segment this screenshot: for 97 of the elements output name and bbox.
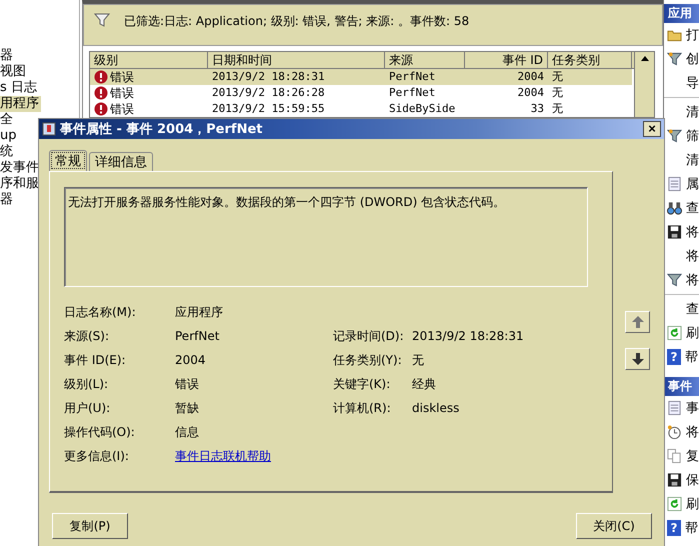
field-value: 错误 — [175, 376, 200, 392]
description-box: 无法打开服务器服务性能对象。数据段的第一个四字节 (DWORD) 包含状态代码。 — [64, 187, 588, 287]
field-label: 关键字(K): — [333, 376, 392, 392]
action-link[interactable]: 将 — [686, 223, 699, 241]
document-icon — [667, 176, 682, 192]
tree-item[interactable]: 发事件 — [0, 160, 41, 176]
down-arrow-icon — [630, 352, 644, 366]
action-link[interactable]: 帮 — [685, 519, 698, 537]
field-value: 2013/9/2 18:28:31 — [412, 329, 525, 343]
action-link[interactable]: 刷 — [686, 495, 699, 513]
field-value: diskless — [412, 401, 460, 415]
tree-item[interactable]: 器 — [0, 192, 15, 208]
section-header: 事件 — [664, 377, 699, 396]
tab[interactable]: 常规 — [49, 150, 87, 171]
refresh-icon — [667, 325, 682, 341]
field-value: 信息 — [175, 424, 200, 440]
document-icon — [667, 400, 682, 416]
table-cell[interactable]: 错误 — [90, 69, 208, 85]
error-icon — [94, 86, 108, 100]
scrollbar[interactable] — [634, 52, 654, 117]
field-label: 更多信息(I): — [64, 448, 130, 464]
field-label: 用户(U): — [64, 400, 112, 416]
table-cell: PerfNet — [385, 69, 465, 85]
action-link[interactable]: 帮 — [685, 348, 698, 366]
field-value: 应用程序 — [175, 304, 224, 320]
column-header[interactable]: 任务类别 — [548, 52, 632, 68]
column-header[interactable]: 日期和时间 — [208, 52, 385, 68]
field-label: 事件 ID(E): — [64, 352, 127, 368]
filter-icon — [667, 51, 682, 67]
window-title: 事件属性 - 事件 2004，PerfNet — [60, 121, 264, 138]
filter-summary: 已筛选:日志: Application; 级别: 错误, 警告; 来源: 。事件数: 58 — [124, 13, 470, 30]
level-text: 错误 — [110, 85, 134, 101]
action-link[interactable]: 将 — [686, 271, 699, 289]
action-link[interactable]: 筛 — [686, 127, 699, 145]
field-label: 计算机(R): — [333, 400, 392, 416]
action-link[interactable]: 导 — [686, 74, 699, 92]
tree-item[interactable]: up — [0, 128, 18, 144]
clock-icon — [667, 424, 682, 440]
action-link[interactable]: 查 — [686, 300, 699, 318]
filter-icon — [667, 128, 682, 144]
action-link[interactable]: 将 — [686, 423, 699, 441]
field-label: 任务类别(Y): — [333, 352, 403, 368]
action-link[interactable]: 复 — [686, 447, 699, 465]
section-header: 应用 — [664, 4, 699, 23]
help-icon: ? — [667, 520, 681, 536]
app-icon — [42, 122, 56, 136]
help-link[interactable]: 事件日志联机帮助 — [175, 448, 271, 464]
tree-item[interactable]: 用程序 — [0, 96, 41, 112]
field-value: 2004 — [175, 353, 207, 367]
action-link[interactable]: 创 — [686, 50, 699, 68]
binoculars-icon — [667, 200, 682, 216]
level-text: 错误 — [110, 69, 134, 85]
table-cell: 2004 — [465, 69, 548, 85]
action-link[interactable]: 清 — [686, 151, 699, 169]
help-icon: ? — [667, 349, 681, 365]
column-header[interactable]: 级别 — [90, 52, 208, 68]
column-header[interactable]: 来源 — [385, 52, 465, 68]
tree-item[interactable]: 统 — [0, 144, 15, 160]
action-link[interactable]: 事 — [686, 399, 699, 417]
error-icon — [94, 102, 108, 116]
error-icon — [94, 70, 108, 84]
field-value: PerfNet — [175, 329, 220, 343]
table-cell: 无 — [548, 69, 632, 85]
column-header[interactable]: 事件 ID — [465, 52, 548, 68]
action-link[interactable]: 保 — [686, 471, 699, 489]
close-button[interactable]: × — [643, 121, 661, 137]
next-button[interactable] — [625, 348, 650, 370]
action-link[interactable]: 打 — [686, 26, 699, 44]
field-label: 操作代码(O): — [64, 424, 136, 440]
level-text: 错误 — [110, 101, 134, 117]
refresh-icon — [667, 496, 682, 512]
action-link[interactable]: 查 — [686, 199, 699, 217]
action-link[interactable]: 属 — [686, 175, 699, 193]
field-label: 来源(S): — [64, 328, 110, 344]
field-label: 日志名称(M): — [64, 304, 137, 320]
field-value: 无 — [412, 352, 425, 368]
up-arrow-icon — [630, 315, 644, 329]
tree-item[interactable]: 视图 — [0, 64, 28, 80]
field-label: 级别(L): — [64, 376, 110, 392]
field-label: 记录时间(D): — [333, 328, 405, 344]
tree-item[interactable]: s 日志 — [0, 80, 39, 96]
tree-item[interactable]: 序和服 — [0, 176, 41, 192]
copy-icon — [667, 448, 682, 464]
action-link[interactable]: 清 — [686, 103, 699, 121]
tree-item[interactable]: 器 — [0, 48, 15, 64]
close-button[interactable]: 关闭(C) — [576, 513, 652, 539]
tab[interactable]: 详细信息 — [89, 152, 153, 171]
copy-button[interactable]: 复制(P) — [52, 513, 128, 539]
action-link[interactable]: 将 — [686, 247, 699, 265]
filter-icon — [94, 13, 110, 27]
field-value: 经典 — [412, 376, 437, 392]
field-value: 暂缺 — [175, 400, 200, 416]
previous-button[interactable] — [625, 311, 650, 333]
action-link[interactable]: 刷 — [686, 324, 699, 342]
table-cell: 2013/9/2 18:28:31 — [208, 69, 385, 85]
tree-item[interactable]: 全 — [0, 112, 15, 128]
filter-icon — [667, 272, 682, 288]
